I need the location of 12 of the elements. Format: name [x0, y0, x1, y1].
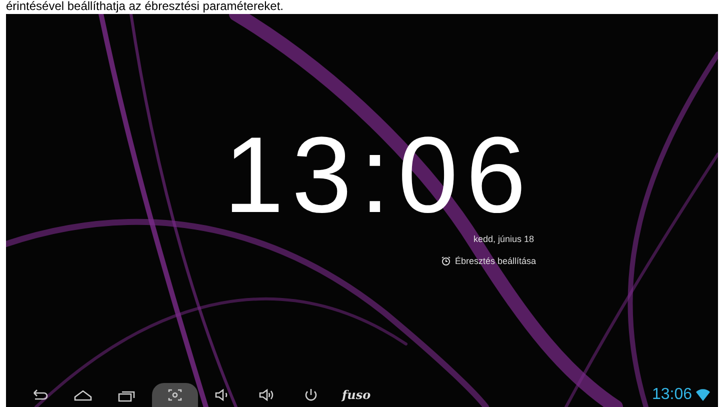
brand-logo[interactable]: fuso: [342, 388, 371, 402]
caption-text: érintésével beállíthatja az ébresztési paramétereket.: [5, 0, 284, 14]
volume-up-icon: [258, 388, 276, 402]
wifi-icon: [696, 389, 710, 401]
screenshot-icon: [166, 388, 184, 402]
set-alarm-link[interactable]: Ébresztés beállítása: [454, 256, 536, 266]
clock-date: kedd, június 18: [473, 234, 534, 244]
status-time: 13:06: [652, 386, 692, 404]
nav-button[interactable]: [152, 383, 198, 407]
alarm-clock-icon: [440, 256, 451, 266]
clock-time: 13:06: [224, 120, 534, 230]
home-icon: [74, 388, 92, 402]
